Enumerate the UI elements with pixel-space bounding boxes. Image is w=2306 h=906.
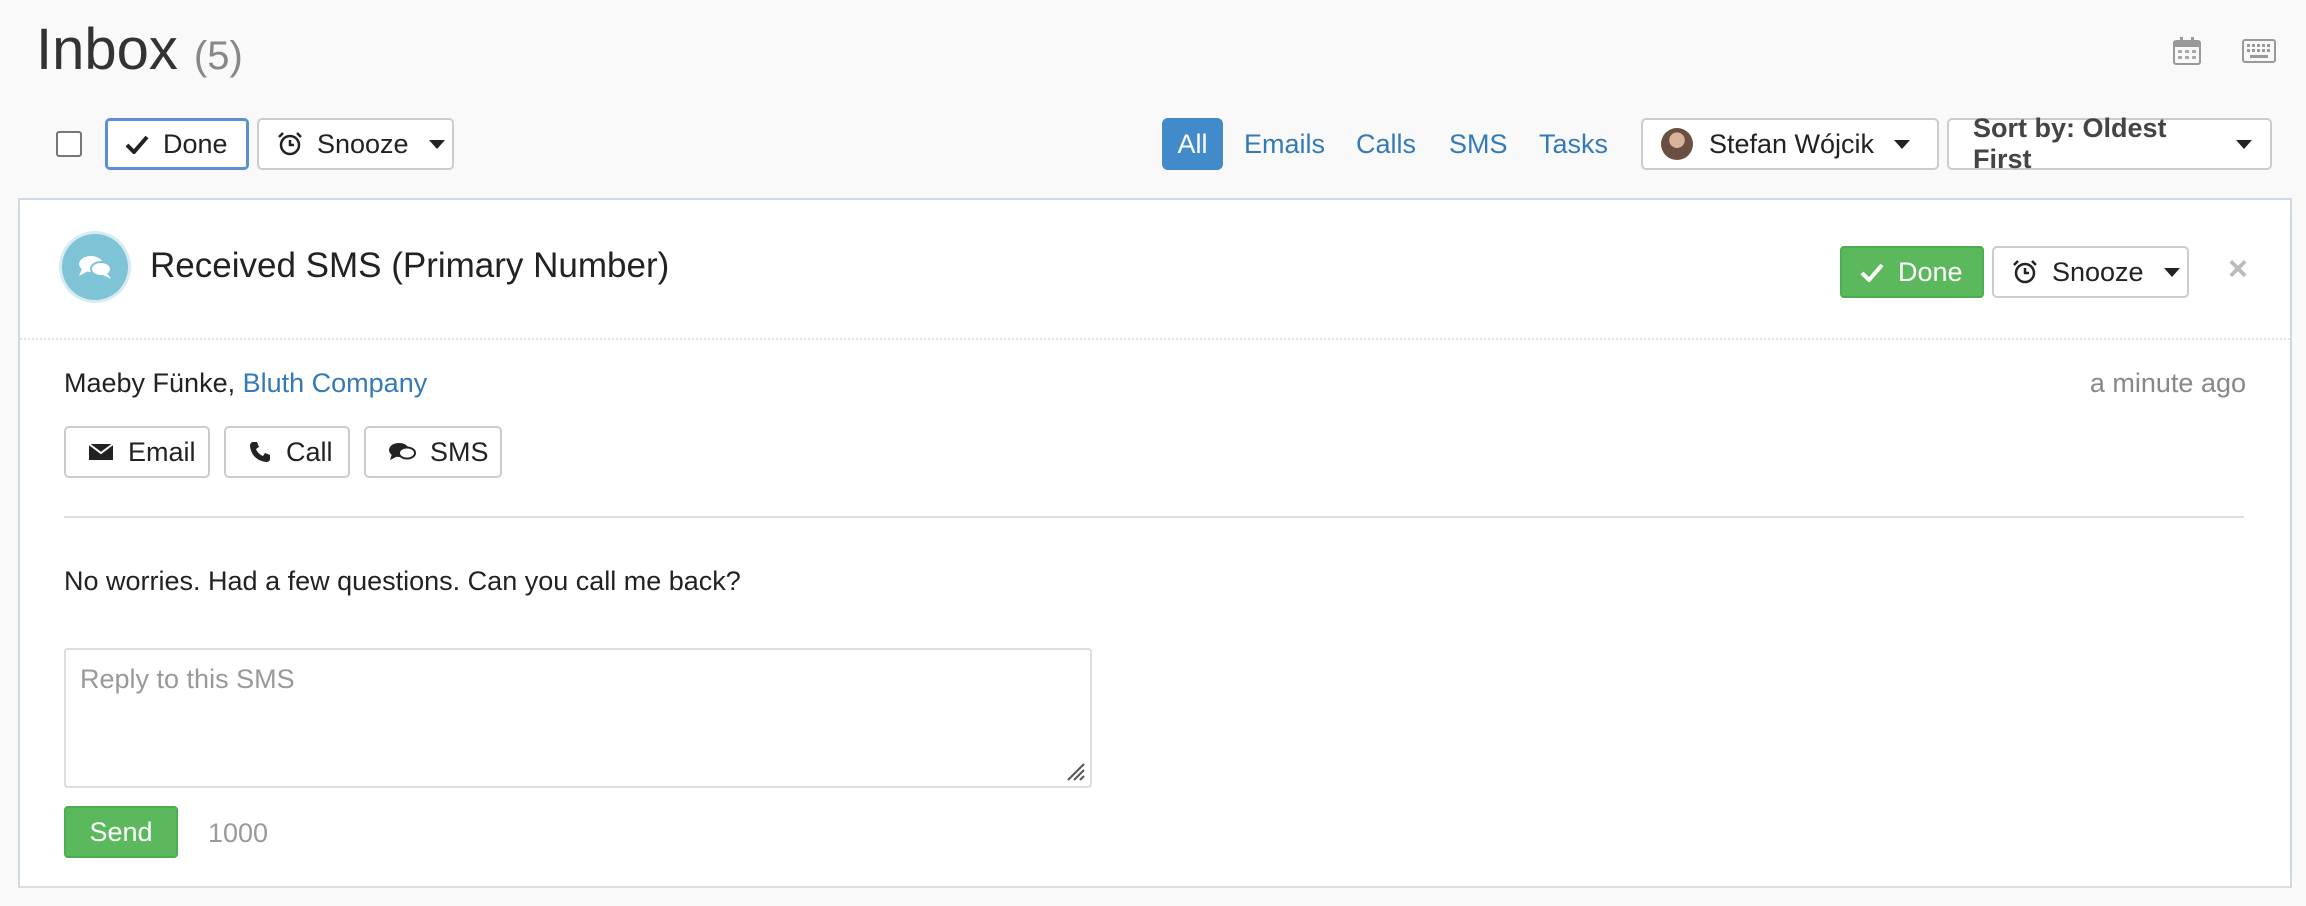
filter-calls[interactable]: Calls [1342,118,1430,170]
snooze-dropdown[interactable]: Snooze [257,118,454,170]
toolbar: Done Snooze All Emails Calls SMS Tasks S… [0,113,2306,174]
resize-grip-icon[interactable] [1064,760,1086,787]
keyboard-icon[interactable] [2242,39,2276,63]
reply-textarea[interactable] [64,648,1092,788]
inbox-count: (5) [193,34,243,78]
check-icon [1860,262,1884,282]
page-title-text: Inbox [36,17,178,82]
filter-emails[interactable]: Emails [1230,118,1339,170]
company-link[interactable]: Bluth Company [243,368,428,398]
chat-bubbles-icon [388,441,416,463]
filter-tasks[interactable]: Tasks [1525,118,1622,170]
card-snooze-label: Snooze [2052,256,2144,287]
sms-type-icon [62,234,128,300]
email-button[interactable]: Email [64,426,210,478]
alarm-clock-icon [277,131,303,157]
sort-dropdown[interactable]: Sort by: Oldest First [1947,113,2272,174]
character-count: 1000 [208,818,269,848]
send-button[interactable]: Send [64,806,178,858]
card-title: Received SMS (Primary Number) [150,246,670,285]
filter-all[interactable]: All [1162,118,1223,170]
sms-button[interactable]: SMS [364,426,502,478]
user-dropdown[interactable]: Stefan Wójcik [1641,118,1939,170]
sort-label: Sort by: Oldest First [1973,113,2167,174]
envelope-icon [88,442,114,462]
sms-label: SMS [430,436,489,467]
check-icon [125,134,149,154]
card-snooze-dropdown[interactable]: Snooze [1992,246,2189,298]
inbox-item-card: Received SMS (Primary Number) Done Snooz… [18,198,2292,888]
chevron-down-icon [1894,139,1911,149]
chevron-down-icon [428,139,445,149]
page-title: Inbox (5) [36,16,243,83]
select-all-checkbox[interactable] [56,131,82,157]
call-label: Call [286,436,333,467]
avatar [1661,128,1693,160]
phone-icon [248,440,272,464]
call-button[interactable]: Call [224,426,350,478]
contact-line: Maeby Fünke, Bluth Company [64,368,427,399]
close-icon[interactable]: × [2228,250,2248,289]
calendar-icon[interactable] [2172,36,2202,66]
timestamp: a minute ago [2089,368,2246,398]
snooze-label: Snooze [317,128,409,159]
card-done-button[interactable]: Done [1840,246,1984,298]
contact-name: Maeby Fünke, [64,368,236,398]
chevron-down-icon [2163,267,2180,277]
chevron-down-icon [2236,139,2252,149]
alarm-clock-icon [2012,259,2038,285]
email-label: Email [128,436,196,467]
user-name: Stefan Wójcik [1709,128,1875,159]
card-done-label: Done [1898,256,1963,287]
done-label: Done [163,128,228,159]
card-header: Received SMS (Primary Number) Done Snooz… [20,200,2290,340]
done-button[interactable]: Done [105,118,249,170]
sms-message-text: No worries. Had a few questions. Can you… [64,566,741,596]
top-icons [2172,36,2276,66]
divider [64,516,2244,518]
filter-sms[interactable]: SMS [1435,118,1522,170]
